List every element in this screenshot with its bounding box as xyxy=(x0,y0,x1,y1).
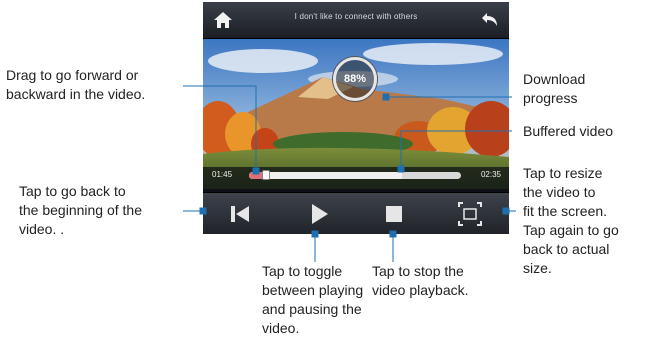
callout-line: Tap again to go xyxy=(523,222,619,238)
callout-line: Tap to stop the xyxy=(372,263,464,279)
callout-line: progress xyxy=(523,90,578,106)
callout-drag: Drag to go forward or backward in the vi… xyxy=(6,66,145,104)
callout-line: fit the screen. xyxy=(523,203,608,219)
callout-line: back to actual xyxy=(523,241,610,257)
callout-line: Tap to toggle xyxy=(262,263,343,279)
callout-line: video. xyxy=(262,320,300,336)
callout-line: video. . xyxy=(19,221,65,237)
callout-line: the beginning of the xyxy=(19,202,142,218)
callout-line: the video to xyxy=(523,184,596,200)
callout-download: Download progress xyxy=(523,70,585,108)
callout-resize: Tap to resize the video to fit the scree… xyxy=(523,164,619,278)
callout-line: Download xyxy=(523,71,586,87)
callout-line: backward in the video. xyxy=(6,86,146,102)
callout-line: Tap to resize xyxy=(523,165,603,181)
callout-line: Buffered video xyxy=(523,123,614,139)
callout-line: size. xyxy=(523,260,552,276)
callout-line: Drag to go forward or xyxy=(6,67,139,83)
callout-back-to-start: Tap to go back to the beginning of the v… xyxy=(19,182,142,239)
callout-toggle: Tap to toggle between playing and pausin… xyxy=(262,262,363,338)
callout-stop: Tap to stop the video playback. xyxy=(372,262,469,300)
callout-line: and pausing the xyxy=(262,301,362,317)
callout-line: Tap to go back to xyxy=(19,183,126,199)
callout-buffered: Buffered video xyxy=(523,122,613,141)
callout-line: between playing xyxy=(262,282,364,298)
callout-line: video playback. xyxy=(372,282,469,298)
